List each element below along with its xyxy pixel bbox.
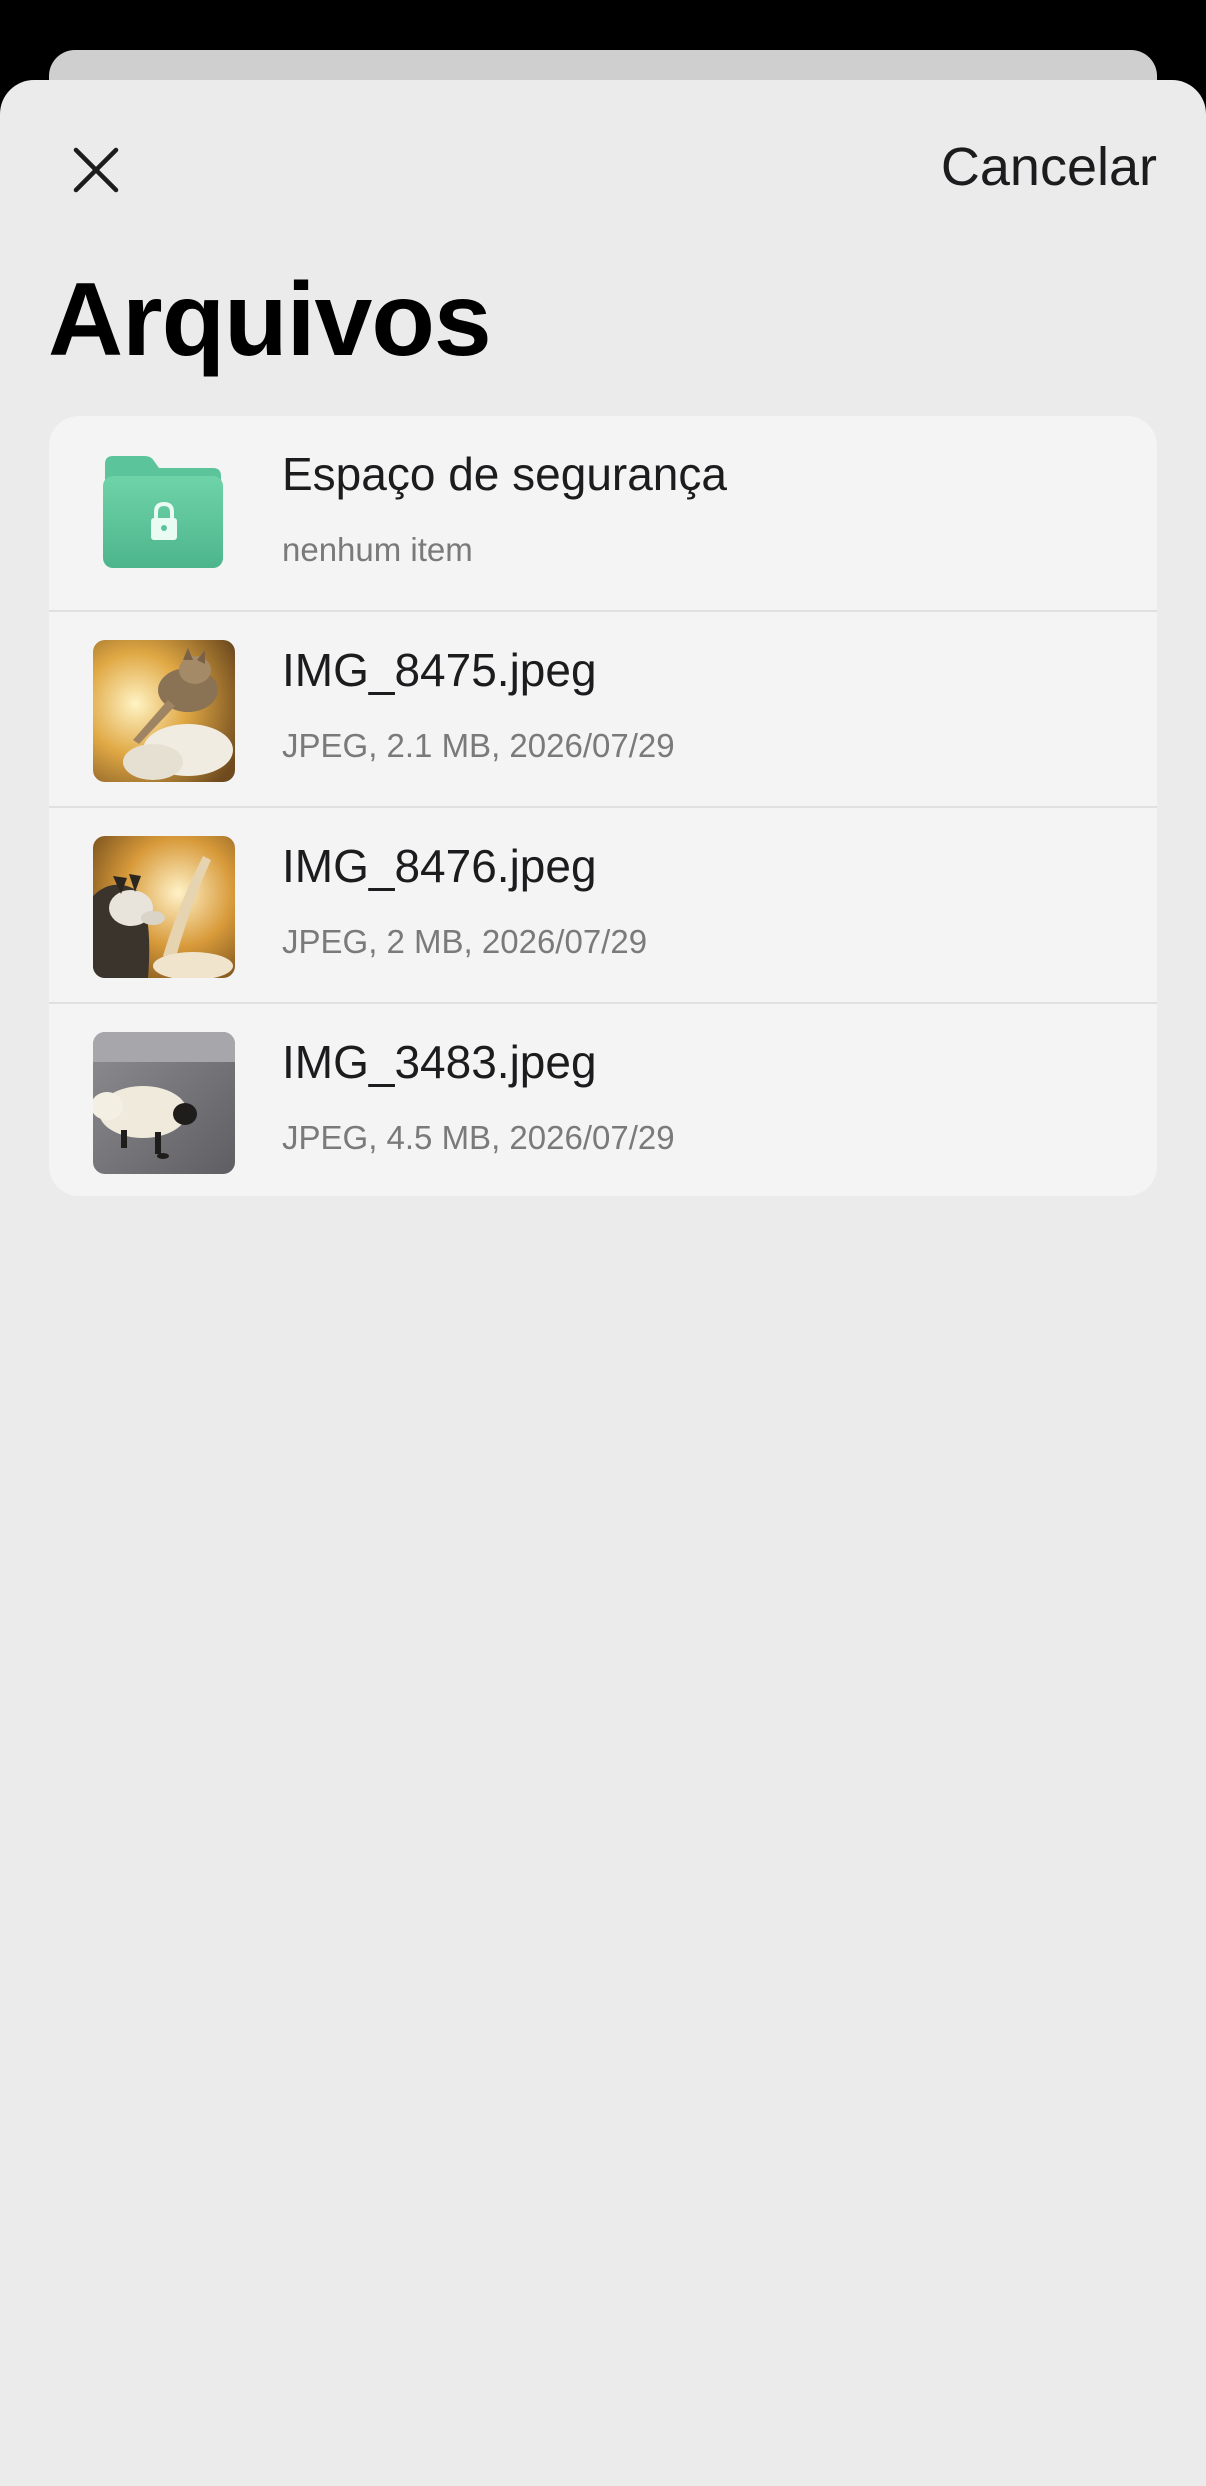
file-name: Espaço de segurança (282, 448, 727, 500)
file-list: Espaço de segurança nenhum item IMG_8475… (49, 416, 1157, 1196)
image-thumbnail (93, 1032, 235, 1174)
file-name: IMG_8475.jpeg (282, 644, 597, 696)
file-meta: JPEG, 2 MB, 2026/07/29 (282, 923, 648, 960)
image-thumbnail (93, 836, 235, 978)
file-picker-sheet: Cancelar Arquivos Espaço de segurança ne… (0, 80, 1206, 2486)
secure-folder-icon (99, 452, 227, 572)
file-name: IMG_3483.jpeg (282, 1036, 597, 1088)
list-item-img-3483[interactable]: IMG_3483.jpeg JPEG, 4.5 MB, 2026/07/29 (49, 1004, 1157, 1196)
close-icon (73, 147, 119, 193)
list-item-secure-folder[interactable]: Espaço de segurança nenhum item (49, 416, 1157, 612)
file-name: IMG_8476.jpeg (282, 840, 597, 892)
page-title: Arquivos (48, 262, 492, 378)
file-meta: JPEG, 2.1 MB, 2026/07/29 (282, 727, 675, 764)
cancel-button[interactable]: Cancelar (941, 132, 1157, 202)
close-button[interactable] (62, 136, 130, 204)
image-thumbnail (93, 640, 235, 782)
file-meta: JPEG, 4.5 MB, 2026/07/29 (282, 1119, 675, 1156)
file-meta: nenhum item (282, 531, 473, 568)
list-item-img-8475[interactable]: IMG_8475.jpeg JPEG, 2.1 MB, 2026/07/29 (49, 612, 1157, 808)
list-item-img-8476[interactable]: IMG_8476.jpeg JPEG, 2 MB, 2026/07/29 (49, 808, 1157, 1004)
